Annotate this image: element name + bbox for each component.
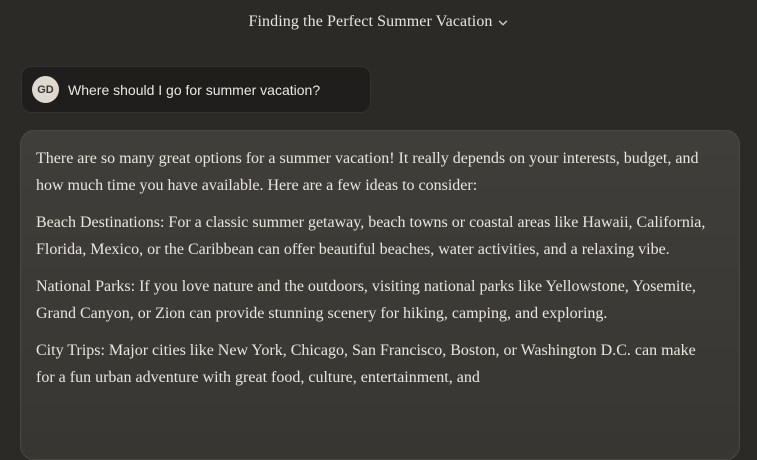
assistant-paragraph-parks: National Parks: If you love nature and t… (36, 278, 696, 322)
user-message-bubble: GD Where should I go for summer vacation… (21, 66, 371, 113)
avatar: GD (32, 76, 59, 103)
conversation-title: Finding the Perfect Summer Vacation (248, 13, 493, 30)
assistant-message-bubble: There are so many great options for a su… (20, 130, 740, 460)
chevron-down-icon (497, 17, 509, 29)
assistant-paragraph-city: City Trips: Major cities like New York, … (36, 342, 696, 386)
conversation-title-button[interactable]: Finding the Perfect Summer Vacation (0, 10, 757, 34)
user-message-text: Where should I go for summer vacation? (68, 81, 321, 98)
assistant-paragraph-intro: There are so many great options for a su… (36, 150, 699, 194)
assistant-paragraph-beach: Beach Destinations: For a classic summer… (36, 214, 706, 258)
